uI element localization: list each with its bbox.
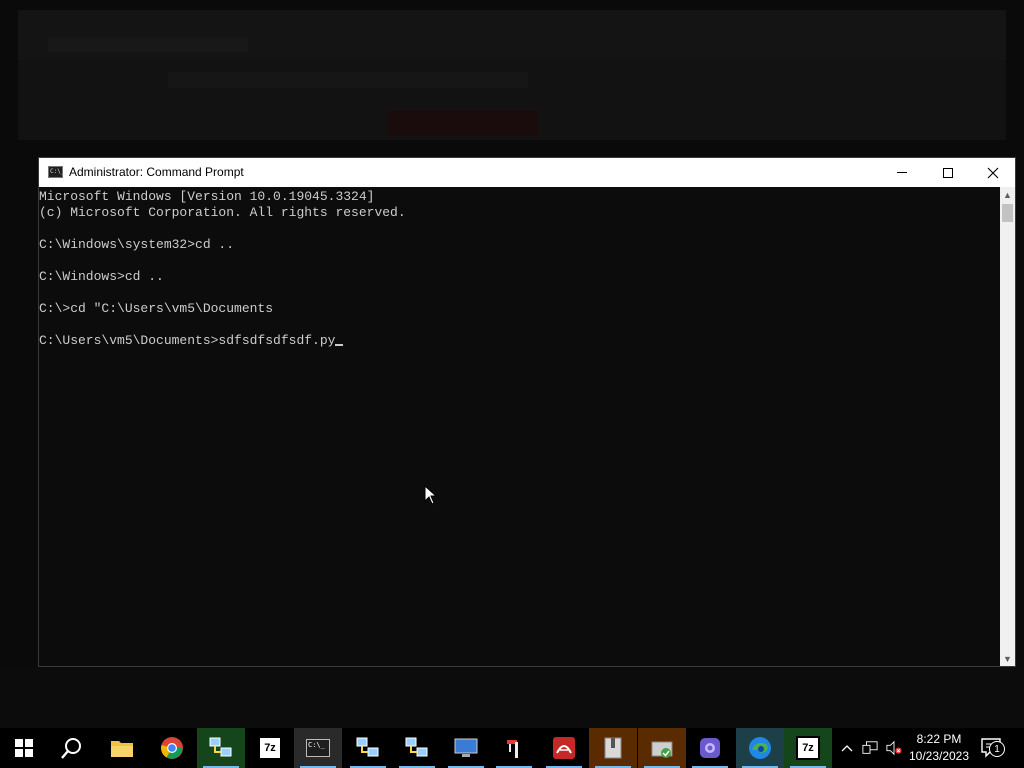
search-button[interactable]: [48, 728, 96, 768]
terminal-icon: C:\_: [306, 739, 330, 757]
taskbar-remote-desktop[interactable]: [442, 728, 490, 768]
close-icon: [987, 167, 999, 178]
taskbar-chrome[interactable]: [148, 728, 196, 768]
background-window-address: [168, 72, 528, 88]
chevron-up-icon[interactable]: [839, 740, 855, 756]
scroll-thumb[interactable]: [1002, 204, 1013, 222]
maximize-icon: [943, 167, 953, 178]
scroll-down-icon[interactable]: ▼: [1000, 651, 1015, 666]
network-computers-icon: [356, 737, 379, 757]
start-button[interactable]: [0, 728, 48, 768]
taskbar-network-app-2[interactable]: [344, 728, 392, 768]
network-computers-icon: [405, 737, 428, 757]
scroll-up-icon[interactable]: ▲: [1000, 187, 1015, 202]
taskbar-7zip-2[interactable]: 7z: [784, 728, 832, 768]
minimize-icon: [897, 172, 907, 173]
search-icon: [61, 738, 81, 759]
installer-icon: [651, 741, 673, 758]
console-line: ​: [39, 221, 406, 237]
taskbar-network-app[interactable]: [197, 728, 245, 768]
folder-icon: [111, 741, 133, 757]
network-icon[interactable]: [862, 740, 878, 756]
volume-muted-icon[interactable]: [886, 740, 902, 756]
purple-app-icon: [700, 738, 720, 758]
taskbar-7zip[interactable]: 7z: [246, 728, 294, 768]
console-line: C:\Windows>cd ..: [39, 269, 164, 284]
edge-icon: [749, 737, 771, 759]
cmd-app-icon[interactable]: C:\_: [48, 166, 64, 178]
taskbar-pdf-app[interactable]: [540, 728, 588, 768]
desktop: C:\_ Administrator: Command Prompt Micro…: [0, 0, 1024, 728]
console-line: ​: [39, 317, 406, 333]
window-titlebar[interactable]: C:\_ Administrator: Command Prompt: [39, 158, 1015, 187]
background-window-banner: [388, 110, 538, 136]
vertical-scrollbar[interactable]: ▲ ▼: [1000, 187, 1015, 666]
console-prompt-command: C:\Users\vm5\Documents>sdfsdfsdfsdf.py: [39, 333, 336, 348]
taskbar-purple-app[interactable]: [686, 728, 734, 768]
7zip-icon: 7z: [796, 736, 820, 760]
console-line: Microsoft Windows [Version 10.0.19045.33…: [39, 189, 375, 204]
taskbar-installer-app[interactable]: [638, 728, 686, 768]
clock-date[interactable]: 10/23/2023: [906, 749, 972, 763]
background-window-titlebar: [18, 10, 1006, 60]
close-button[interactable]: [970, 158, 1016, 187]
command-prompt-window[interactable]: C:\_ Administrator: Command Prompt Micro…: [38, 157, 1016, 667]
archive-icon: [604, 737, 622, 759]
pdf-icon: [553, 737, 575, 759]
window-title: Administrator: Command Prompt: [69, 165, 244, 179]
taskbar: 7z C:\_ 7z 8:22 PM 10/23/2023 1: [0, 728, 1024, 768]
mouse-pointer-icon: [424, 485, 438, 505]
console-output: Microsoft Windows [Version 10.0.19045.33…: [39, 189, 406, 349]
minimize-button[interactable]: [879, 158, 925, 187]
chrome-icon: [161, 737, 183, 759]
background-lower-area: [0, 668, 1024, 728]
maximize-button[interactable]: [925, 158, 971, 187]
taskbar-edge[interactable]: [736, 728, 784, 768]
console-line: ​: [39, 253, 406, 269]
console-line: C:\>cd "C:\Users\vm5\Documents: [39, 301, 274, 316]
tool-icon: [507, 740, 518, 758]
console-line: C:\Windows\system32>cd ..: [39, 237, 235, 252]
clock-time[interactable]: 8:22 PM: [906, 732, 972, 746]
taskbar-file-explorer[interactable]: [98, 728, 146, 768]
monitor-icon: [454, 738, 478, 757]
taskbar-command-prompt[interactable]: C:\_: [294, 728, 342, 768]
7zip-icon: 7z: [258, 736, 282, 760]
background-window: [18, 10, 1006, 140]
taskbar-network-app-3[interactable]: [393, 728, 441, 768]
console-area[interactable]: Microsoft Windows [Version 10.0.19045.33…: [39, 187, 999, 666]
windows-logo-icon: [15, 739, 33, 757]
console-input-line[interactable]: C:\Users\vm5\Documents>sdfsdfsdfsdf.py: [39, 333, 406, 349]
background-window-tab: [48, 38, 248, 52]
taskbar-archive-app[interactable]: [589, 728, 637, 768]
network-computers-icon: [209, 737, 232, 757]
console-line: (c) Microsoft Corporation. All rights re…: [39, 205, 406, 220]
notification-count-badge: 1: [989, 741, 1005, 757]
taskbar-tool-app[interactable]: [490, 728, 538, 768]
text-cursor: [335, 344, 344, 346]
console-line: ​: [39, 285, 406, 301]
